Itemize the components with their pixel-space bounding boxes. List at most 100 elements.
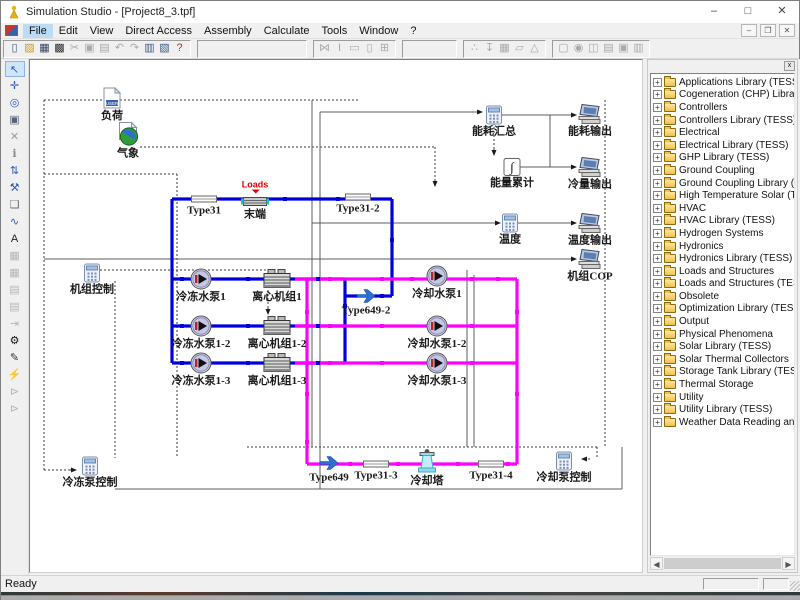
undo-icon[interactable]: ↶	[112, 41, 127, 56]
layer-back-icon[interactable]: ▤	[5, 299, 25, 315]
tree-item-utility-library-tess[interactable]: +Utility Library (TESS)	[653, 403, 794, 416]
tree-item-ground-coupling-library-tess[interactable]: +Ground Coupling Library (TESS)	[653, 177, 794, 190]
save-all-icon[interactable]: ▩	[52, 41, 67, 56]
print-preview-icon[interactable]: ▧	[157, 41, 172, 56]
library-tree[interactable]: +Applications Library (TESS)+Cogeneratio…	[650, 73, 795, 556]
expand-icon[interactable]: +	[653, 216, 662, 225]
tree-item-electrical[interactable]: +Electrical	[653, 126, 794, 139]
save-icon[interactable]: ▦	[37, 41, 52, 56]
show-proforma-icon[interactable]: ▤	[601, 41, 616, 56]
calc-chw-pump-control[interactable]: 冷冻泵控制	[82, 457, 98, 476]
load-terminal[interactable]: Loads末端	[241, 195, 269, 208]
zoom-grid-icon[interactable]: ⊞	[377, 41, 392, 56]
expand-icon[interactable]: +	[653, 393, 662, 402]
scroll-left-icon[interactable]: ◀	[650, 557, 663, 570]
tree-item-loads-and-structures-tess[interactable]: +Loads and Structures (TESS)	[653, 278, 794, 291]
expand-icon[interactable]: +	[653, 179, 662, 188]
grid-view-icon[interactable]: ▦	[497, 41, 512, 56]
show-plugin-icon[interactable]: ▥	[631, 41, 646, 56]
cooling-tower[interactable]: 冷却塔	[416, 448, 438, 474]
calc-energy-sum[interactable]: 能耗汇总	[486, 106, 502, 125]
delete-tool-icon[interactable]: ✕	[5, 129, 25, 145]
expand-icon[interactable]: +	[653, 342, 662, 351]
zoom-vertical-icon[interactable]: Ι	[332, 41, 347, 56]
show-model-icon[interactable]: ▣	[616, 41, 631, 56]
tree-item-controllers-library-tess[interactable]: +Controllers Library (TESS)	[653, 114, 794, 127]
menu-item-tools[interactable]: Tools	[316, 24, 354, 38]
expand-icon[interactable]: +	[653, 367, 662, 376]
tree-item-weather-data-reading-and-process[interactable]: +Weather Data Reading and Process	[653, 416, 794, 429]
pump-chw-1-3[interactable]: 冷冻水泵1-3	[190, 352, 212, 374]
snapshot-tool-icon[interactable]: ▣	[5, 112, 25, 128]
pipe-type31-3[interactable]: Type31-3	[363, 460, 389, 469]
tree-item-hvac[interactable]: +HVAC	[653, 202, 794, 215]
tree-item-output[interactable]: +Output	[653, 315, 794, 328]
mdi-restore-button[interactable]: ❐	[760, 24, 776, 37]
tree-item-physical-phenomena[interactable]: +Physical Phenomena	[653, 328, 794, 341]
calc-unit-control[interactable]: 机组控制	[84, 264, 100, 283]
assembly-tree-icon[interactable]: ∴	[467, 41, 482, 56]
window-arrange-icon[interactable]: ◫	[586, 41, 601, 56]
close-button[interactable]: ✕	[765, 1, 799, 23]
panel-close-icon[interactable]: x	[784, 61, 795, 71]
expand-icon[interactable]: +	[653, 128, 662, 137]
scrollbar-thumb[interactable]	[664, 558, 781, 569]
tree-item-loads-and-structures[interactable]: +Loads and Structures	[653, 265, 794, 278]
output-cooling[interactable]: 冷量输出	[577, 157, 603, 178]
layer-icon[interactable]: ▤	[5, 282, 25, 298]
pipe-type31-2[interactable]: Type31-2	[345, 193, 371, 202]
chiller-1-2[interactable]: 离心机组1-2	[262, 315, 292, 337]
expand-icon[interactable]: +	[653, 304, 662, 313]
expand-icon[interactable]: +	[653, 204, 662, 213]
pump-cw-1-3[interactable]: 冷却水泵1-3	[426, 352, 448, 374]
tree-item-thermal-storage[interactable]: +Thermal Storage	[653, 378, 794, 391]
window-tile-icon[interactable]: ◉	[571, 41, 586, 56]
pipe-type31[interactable]: Type31	[191, 195, 217, 204]
tree-item-solar-thermal-collectors[interactable]: +Solar Thermal Collectors	[653, 353, 794, 366]
flag-play2-icon[interactable]: ⊳	[5, 401, 25, 417]
pump-chw-1-2[interactable]: 冷冻水泵1-2	[190, 315, 212, 337]
diverter-type649-2[interactable]: Type649-2	[356, 289, 376, 304]
flag-play-icon[interactable]: ⊳	[5, 384, 25, 400]
menu-item-file[interactable]: File	[23, 24, 53, 38]
resize-grip[interactable]	[790, 581, 800, 591]
expand-icon[interactable]: +	[653, 279, 662, 288]
load-reader[interactable]: USER负荷	[103, 87, 121, 109]
integrator-energy[interactable]: ∫能量累计	[504, 158, 521, 176]
tree-item-utility[interactable]: +Utility	[653, 391, 794, 404]
slope-icon[interactable]: △	[527, 41, 542, 56]
pump-chw-1[interactable]: 冷冻水泵1	[190, 268, 212, 290]
print-icon[interactable]: ▥	[142, 41, 157, 56]
expand-icon[interactable]: +	[653, 254, 662, 263]
zoom-tool-icon[interactable]: ◎	[5, 95, 25, 111]
expand-icon[interactable]: +	[653, 292, 662, 301]
zoom-fit-icon[interactable]: ▭	[347, 41, 362, 56]
copy-icon[interactable]: ▣	[82, 41, 97, 56]
chiller-1[interactable]: 离心机组1	[262, 268, 292, 290]
menu-item-window[interactable]: Window	[353, 24, 404, 38]
pan-tool-icon[interactable]: ✛	[5, 78, 25, 94]
menu-item-edit[interactable]: Edit	[53, 24, 84, 38]
run-simulation-icon[interactable]: ⚡	[5, 367, 25, 383]
tree-item-controllers[interactable]: +Controllers	[653, 101, 794, 114]
expand-icon[interactable]: +	[653, 191, 662, 200]
output-energy[interactable]: 能耗输出	[577, 104, 603, 125]
export-icon[interactable]: ⇥	[5, 316, 25, 332]
macro-locked-icon[interactable]: ▦	[5, 265, 25, 281]
expand-icon[interactable]: +	[653, 317, 662, 326]
select-tool-icon[interactable]: ↖	[5, 61, 25, 77]
expand-icon[interactable]: +	[653, 242, 662, 251]
tree-item-applications-library-tess[interactable]: +Applications Library (TESS)	[653, 76, 794, 89]
expand-icon[interactable]: +	[653, 103, 662, 112]
calc-cw-pump-control[interactable]: 冷却泵控制	[556, 452, 572, 471]
weather-reader[interactable]: 气象	[116, 122, 141, 147]
expand-icon[interactable]: +	[653, 405, 662, 414]
tree-item-high-temperature-solar-tess[interactable]: +High Temperature Solar (TESS)	[653, 189, 794, 202]
output-unit-cop[interactable]: 机组COP	[577, 249, 603, 270]
tree-item-solar-library-tess[interactable]: +Solar Library (TESS)	[653, 340, 794, 353]
menu-item-calculate[interactable]: Calculate	[258, 24, 316, 38]
settings-gear-icon[interactable]: ⚙	[5, 333, 25, 349]
connect-tool-icon[interactable]: ⇅	[5, 163, 25, 179]
tree-item-electrical-library-tess[interactable]: +Electrical Library (TESS)	[653, 139, 794, 152]
tree-item-hydronics[interactable]: +Hydronics	[653, 240, 794, 253]
